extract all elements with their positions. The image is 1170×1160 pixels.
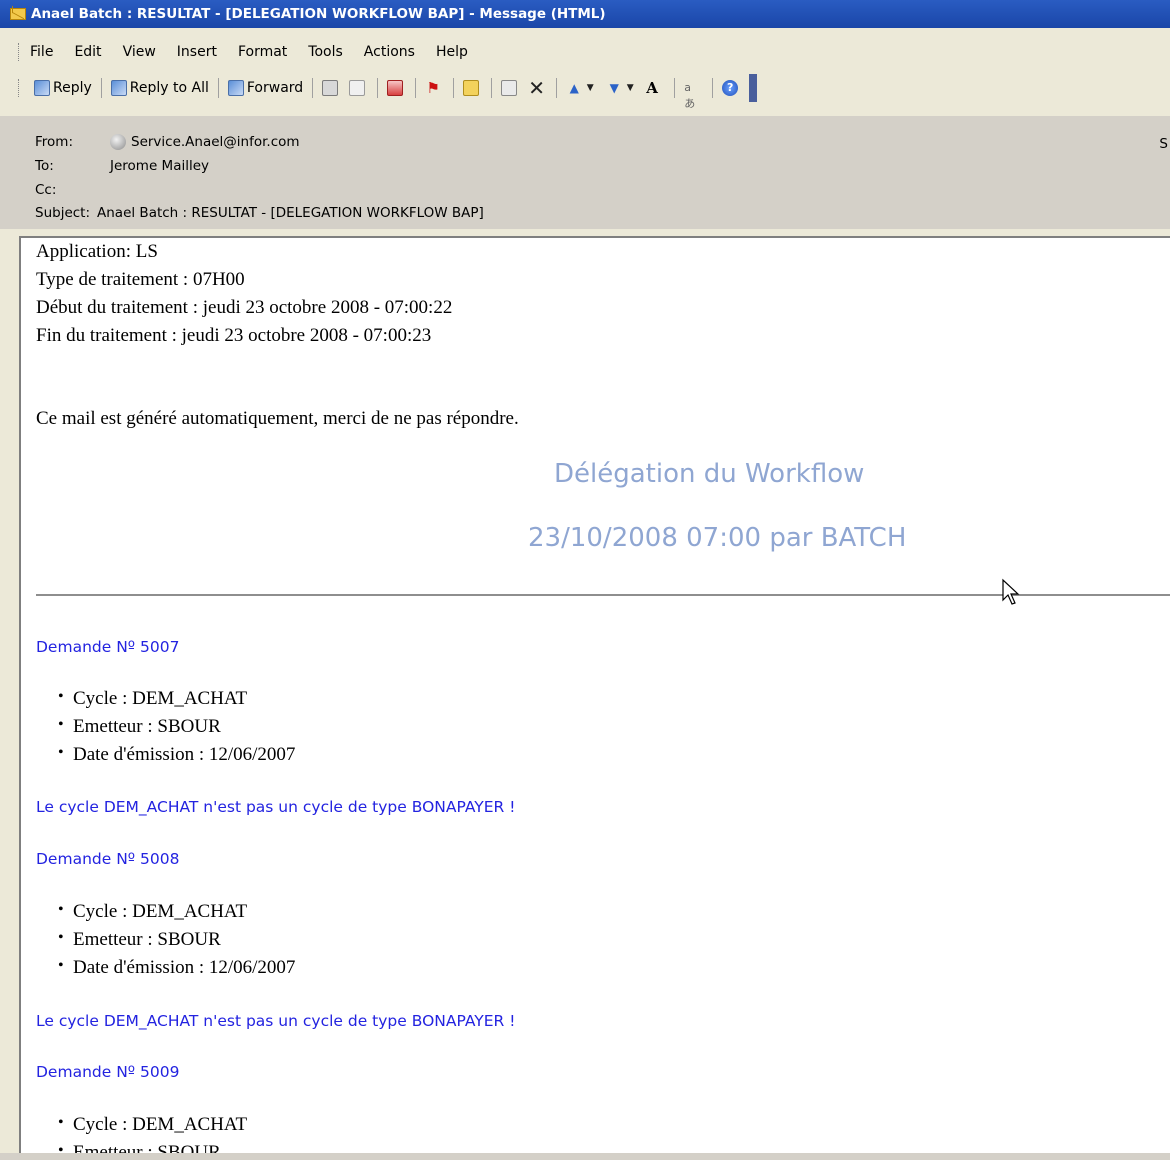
chevron-down-icon: ▼ <box>586 83 594 93</box>
menu-help[interactable]: Help <box>436 44 468 60</box>
reply-label: Reply <box>53 80 92 96</box>
forward-label: Forward <box>246 80 304 96</box>
menu-view[interactable]: View <box>123 44 156 60</box>
menu-tools[interactable]: Tools <box>308 44 343 60</box>
menu-format[interactable]: Format <box>238 44 287 60</box>
help-icon: ? <box>722 80 739 96</box>
from-value[interactable]: Service.Anael@infor.com <box>131 134 300 150</box>
previous-item-button[interactable]: ▲ ▼ <box>562 76 602 100</box>
menu-edit[interactable]: Edit <box>74 44 101 60</box>
copy-button[interactable] <box>345 76 372 100</box>
list-item: Cycle : DEM_ACHAT <box>58 688 247 710</box>
toolbar-separator <box>674 78 676 98</box>
to-row: To: Jerome Mailley <box>35 158 209 174</box>
toolbar-separator <box>453 78 455 98</box>
subject-row: Subject: Anael Batch : RESULTAT - [DELEG… <box>35 205 484 221</box>
debut-line: Début du traitement : jeudi 23 octobre 2… <box>36 297 453 318</box>
notice-line: Ce mail est généré automatiquement, merc… <box>36 408 519 429</box>
subject-value: Anael Batch : RESULTAT - [DELEGATION WOR… <box>97 205 484 221</box>
folder-icon <box>463 80 480 96</box>
toolbar-grip[interactable] <box>18 79 22 97</box>
application-line: Application: LS <box>36 241 158 262</box>
window-bottom-edge <box>0 1153 1170 1160</box>
list-item: Date d'émission : 12/06/2007 <box>58 957 295 979</box>
menu-insert[interactable]: Insert <box>177 44 217 60</box>
delete-button[interactable]: ✕ <box>524 76 551 100</box>
demande-title: Demande Nº 5008 <box>36 850 180 868</box>
menu-bar: File Edit View Insert Format Tools Actio… <box>0 38 1170 66</box>
forward-button[interactable]: Forward <box>224 76 307 100</box>
cc-row: Cc: <box>35 182 110 198</box>
font-size-icon: A <box>646 79 658 97</box>
copy-icon <box>349 80 366 96</box>
divider <box>36 594 1170 596</box>
cc-label: Cc: <box>35 182 57 198</box>
message-body[interactable]: Application: LS Type de traitement : 07H… <box>19 236 1170 1153</box>
sent-label-cropped: S <box>1159 136 1168 152</box>
toolbar-separator <box>415 78 417 98</box>
delete-icon: ✕ <box>528 76 545 100</box>
toolbar: Reply Reply to All Forward ⚑ ✕ ▲ ▼ ▼ ▼ A a… <box>0 74 1170 110</box>
flag-icon: ⚑ <box>426 79 440 97</box>
from-label: From: <box>35 134 73 150</box>
menu-file[interactable]: File <box>30 44 53 60</box>
move-button[interactable] <box>497 76 524 100</box>
forward-icon <box>227 80 244 96</box>
fin-line: Fin du traitement : jeudi 23 octobre 200… <box>36 325 432 346</box>
type-line: Type de traitement : 07H00 <box>36 269 245 290</box>
window-title: Anael Batch : RESULTAT - [DELEGATION WOR… <box>31 6 606 22</box>
page-heading: Délégation du Workflow <box>554 459 865 489</box>
mouse-cursor-icon <box>1002 578 1020 605</box>
list-item: Emetteur : SBOUR <box>58 929 221 951</box>
reply-icon <box>34 80 50 96</box>
list-item: Cycle : DEM_ACHAT <box>58 1114 247 1136</box>
reply-all-label: Reply to All <box>129 80 209 96</box>
move-to-folder-button[interactable] <box>459 76 486 100</box>
subject-label: Subject: <box>35 205 91 221</box>
toolbar-separator <box>491 78 493 98</box>
demande-message: Le cycle DEM_ACHAT n'est pas un cycle de… <box>36 798 516 816</box>
follow-up-button[interactable]: ⚑ <box>421 76 448 100</box>
toolbar-separator <box>100 78 102 98</box>
message-envelope-icon <box>10 8 26 20</box>
toolbar-separator <box>377 78 379 98</box>
chevron-down-icon: ▼ <box>626 83 634 93</box>
from-row: From: Service.Anael@infor.com <box>35 134 300 150</box>
list-item: Emetteur : SBOUR <box>58 1142 221 1153</box>
down-arrow-icon: ▼ <box>609 81 619 95</box>
page-subheading: 23/10/2008 07:00 par BATCH <box>528 523 907 553</box>
mark-unread-button[interactable] <box>383 76 410 100</box>
menu-grip[interactable] <box>18 43 22 61</box>
demande-message: Le cycle DEM_ACHAT n'est pas un cycle de… <box>36 1012 516 1030</box>
help-button[interactable]: ? <box>718 76 745 100</box>
next-item-button[interactable]: ▼ ▼ <box>602 76 642 100</box>
print-icon <box>322 80 339 96</box>
list-item: Cycle : DEM_ACHAT <box>58 901 247 923</box>
to-label: To: <box>35 158 54 174</box>
toolbar-separator <box>712 78 714 98</box>
sender-presence-icon <box>110 134 126 150</box>
reply-all-icon <box>110 80 127 96</box>
encoding-button[interactable]: aあ <box>680 76 707 110</box>
reply-all-button[interactable]: Reply to All <box>107 76 213 100</box>
reply-button[interactable]: Reply <box>30 76 96 100</box>
list-item: Emetteur : SBOUR <box>58 716 221 738</box>
mark-unread-icon <box>387 80 404 96</box>
demande-title: Demande Nº 5007 <box>36 638 180 656</box>
menu-actions[interactable]: Actions <box>364 44 415 60</box>
list-item: Date d'émission : 12/06/2007 <box>58 744 295 766</box>
up-arrow-icon: ▲ <box>569 81 579 95</box>
toolbar-separator <box>556 78 558 98</box>
toolbar-separator <box>312 78 314 98</box>
print-button[interactable] <box>318 76 345 100</box>
move-icon <box>501 80 518 96</box>
demande-title: Demande Nº 5009 <box>36 1063 180 1081</box>
toolbar-separator <box>217 78 219 98</box>
message-header: From: Service.Anael@infor.com To: Jerome… <box>0 116 1170 229</box>
font-size-button[interactable]: A <box>642 76 669 100</box>
toolbar-overflow-button[interactable] <box>749 74 758 102</box>
encoding-icon: aあ <box>684 81 696 110</box>
to-value[interactable]: Jerome Mailley <box>110 158 209 174</box>
title-bar: Anael Batch : RESULTAT - [DELEGATION WOR… <box>0 0 1170 28</box>
